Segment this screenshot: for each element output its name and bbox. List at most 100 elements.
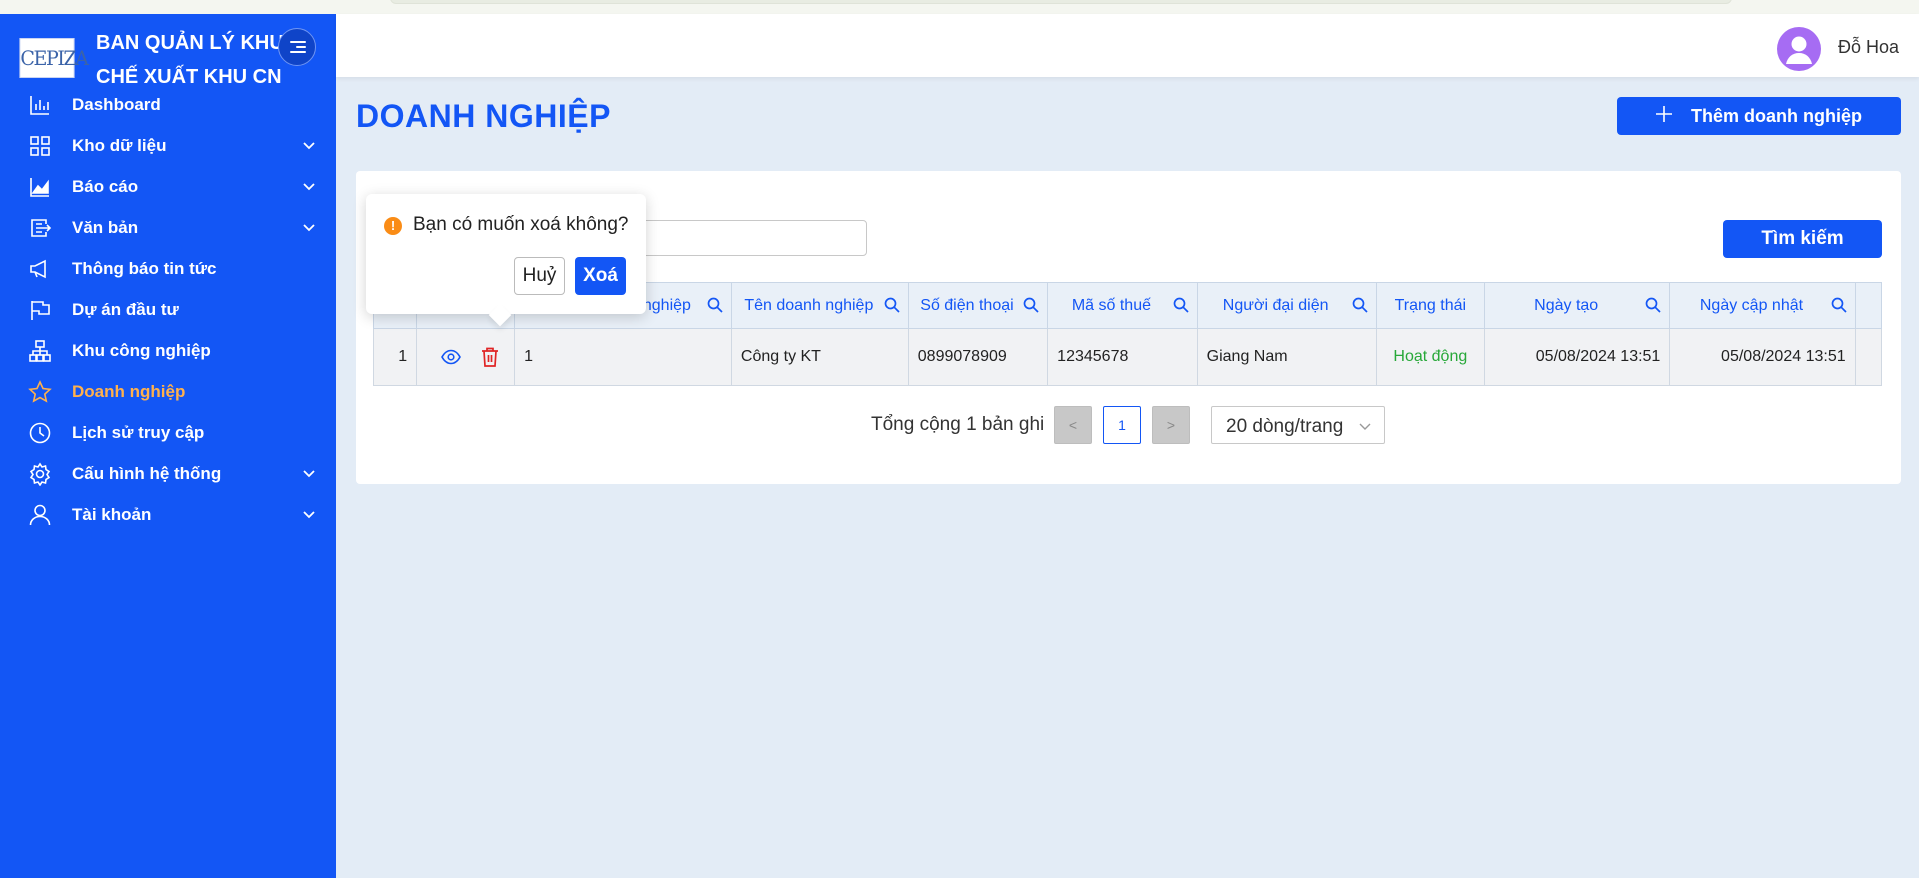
search-icon[interactable] [1023,297,1039,313]
page-size-value: 20 dòng/trang [1226,416,1344,437]
pagination-page-1[interactable]: 1 [1103,406,1141,444]
search-icon[interactable] [1352,297,1368,313]
column-header-ngay-tao[interactable]: Ngày tạo [1484,282,1671,329]
cepiza-logo: CEPIZA [19,38,89,78]
search-icon[interactable] [1831,297,1847,313]
sidebar-item-khu-cong-nghiep[interactable]: Khu công nghiệp [0,330,336,371]
column-header-label: nghiệp [642,296,691,314]
pagination-total: Tổng cộng 1 bản ghi [871,414,1045,435]
column-header-label: Ngày cập nhật [1699,296,1804,314]
sidebar-item-label: Tài khoản [72,505,152,524]
status-badge: Hoạt động [1375,328,1486,386]
trash-icon[interactable] [481,347,499,367]
sidebar-item-kho-du-lieu[interactable]: Kho dữ liệu [0,125,336,166]
chevron-down-icon [303,142,315,150]
sidebar-item-label: Kho dữ liệu [72,136,167,155]
clock-icon [29,422,51,444]
column-header-trang-thai: Trạng thái [1375,282,1486,329]
search-icon[interactable] [707,297,723,313]
sidebar-item-label: Dự án đầu tư [72,300,179,319]
browser-top-strip [0,0,1919,14]
document-export-icon [31,219,52,237]
eye-icon[interactable] [441,348,462,366]
cluster-icon [29,340,51,362]
page-title: DOANH NGHIỆP [356,98,611,134]
sidebar-item-cau-hinh-he-thong[interactable]: Cấu hình hệ thống [0,453,336,494]
column-header-spacer [1854,282,1883,329]
search-icon[interactable] [1645,297,1661,313]
menu-fold-icon-line [296,46,306,48]
column-header-so-dien-thoai[interactable]: Số điện thoại [907,282,1049,329]
sidebar-item-van-ban[interactable]: Văn bản [0,207,336,248]
chevron-down-icon [303,183,315,191]
sidebar-item-label: Khu công nghiệp [72,341,211,360]
sidebar-item-label: Cấu hình hệ thống [72,464,222,483]
column-header-ngay-cap-nhat[interactable]: Ngày cập nhật [1669,282,1856,329]
sidebar: CEPIZA BAN QUẢN LÝ KHU CHẾ XUẤT KHU CN D… [0,14,336,878]
cell-ngay-cap-nhat: 05/08/2024 13:51 [1669,328,1856,386]
pagination-prev-button[interactable]: < [1054,406,1092,444]
sidebar-item-doanh-nghiep[interactable]: Doanh nghiệp [0,371,336,412]
chevron-down-icon [1359,423,1371,430]
brand-title-line1: BAN QUẢN LÝ KHU [96,32,284,54]
menu-fold-icon-line [290,51,306,53]
table-row: 1 1 Công ty KT 0899078909 12345678 Giang… [372,328,1883,386]
column-header-label: Tên doanh nghiệp [744,296,874,314]
flag-icon [31,301,50,320]
user-name[interactable]: Đỗ Hoa [1838,37,1899,58]
confirm-delete-button[interactable]: Xoá [575,257,626,295]
menu-fold-icon-line [290,41,306,43]
megaphone-icon [30,259,46,279]
user-avatar-icon [1786,36,1812,64]
chevron-down-icon [303,470,315,478]
column-header-label: Người đại diện [1222,296,1329,314]
sidebar-item-dashboard[interactable]: Dashboard [0,84,336,125]
cell-nguoi-dai-dien: Giang Nam [1196,328,1377,386]
sidebar-item-label: Lịch sử truy cập [72,423,205,442]
cell-so-dien-thoai: 0899078909 [907,328,1049,386]
cancel-button[interactable]: Huỷ [514,257,565,295]
plus-icon [1656,106,1672,122]
sidebar-item-label: Báo cáo [72,177,139,196]
add-enterprise-label: Thêm doanh nghiệp [1691,106,1862,126]
cell-ten-doanh-nghiep: Công ty KT [730,328,909,386]
exclamation-circle-icon: ! [384,217,402,235]
area-chart-icon [30,178,49,197]
search-icon[interactable] [1173,297,1189,313]
popconfirm-message: Bạn có muốn xoá không? [413,214,629,235]
cell-spacer [1854,328,1883,386]
pagination-next-button[interactable]: > [1152,406,1190,444]
sidebar-item-lich-su-truy-cap[interactable]: Lịch sử truy cập [0,412,336,453]
sidebar-item-thong-bao-tin-tuc[interactable]: Thông báo tin tức [0,248,336,289]
column-header-ten-doanh-nghiep[interactable]: Tên doanh nghiệp [730,282,909,329]
cell-stt: 1 [372,328,418,386]
sidebar-menu: Dashboard Kho dữ liệu Báo cáo Văn bản Th… [0,84,336,535]
column-header-label: Mã số thuế [1071,296,1151,314]
cell-ma-so-thue: 12345678 [1047,328,1198,386]
column-header-nguoi-dai-dien[interactable]: Người đại diện [1196,282,1377,329]
sidebar-item-label: Văn bản [72,218,139,237]
cell-ma-doanh-nghiep: 1 [514,328,732,386]
sidebar-item-label: Dashboard [72,95,161,114]
search-icon[interactable] [884,297,900,313]
sidebar-item-bao-cao[interactable]: Báo cáo [0,166,336,207]
grid-icon [30,136,50,156]
user-icon [29,504,51,526]
page-size-select[interactable]: 20 dòng/trang [1211,406,1385,444]
cell-actions [416,328,516,386]
gear-icon [29,462,51,486]
menu-collapse-button[interactable] [278,28,316,66]
star-icon [28,380,52,403]
sidebar-item-label: Thông báo tin tức [72,259,217,278]
sidebar-item-du-an-dau-tu[interactable]: Dự án đầu tư [0,289,336,330]
delete-popconfirm: ! Bạn có muốn xoá không? Huỷ Xoá [366,194,646,327]
browser-address-pill [390,0,1732,4]
add-enterprise-button[interactable]: Thêm doanh nghiệp [1617,97,1901,135]
column-header-ma-so-thue[interactable]: Mã số thuế [1047,282,1198,329]
top-header: Đỗ Hoa [336,14,1919,77]
search-button[interactable]: Tìm kiếm [1723,220,1882,258]
avatar[interactable] [1777,27,1821,71]
chevron-down-icon [303,511,315,519]
sidebar-item-tai-khoan[interactable]: Tài khoản [0,494,336,535]
cell-ngay-tao: 05/08/2024 13:51 [1484,328,1671,386]
